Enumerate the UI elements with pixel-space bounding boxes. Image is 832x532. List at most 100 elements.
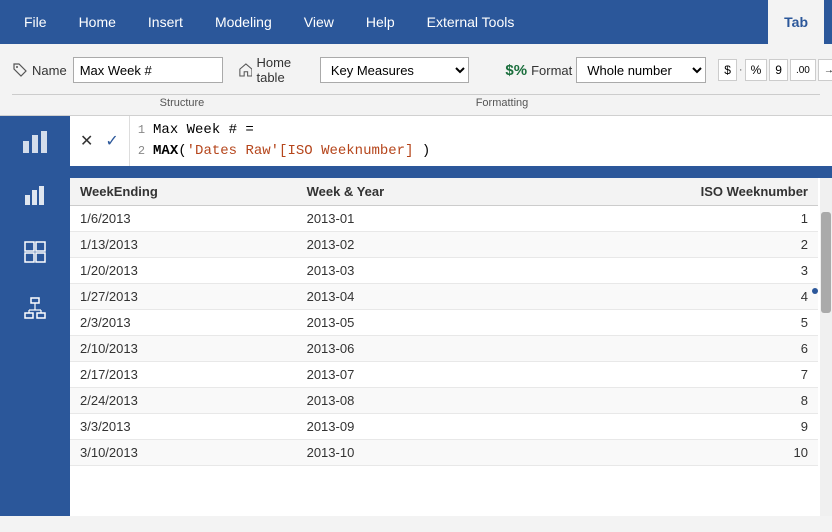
cell-week-year: 2013-09 <box>297 414 523 440</box>
table-row: 3/3/2013 2013-09 9 <box>70 414 818 440</box>
table-header: WeekEnding Week & Year ISO Weeknumber <box>70 178 818 206</box>
scrollbar[interactable] <box>820 178 832 516</box>
home-table-icon-label: Home table <box>239 55 314 85</box>
formula-line-2: 2MAX('Dates Raw'[ISO Weeknumber] ) <box>138 141 824 162</box>
home-table-label: Home table <box>256 55 313 85</box>
percent-button[interactable]: % <box>745 59 768 81</box>
formula-confirm-button[interactable]: ✓ <box>101 129 122 153</box>
table-row: 2/17/2013 2013-07 7 <box>70 362 818 388</box>
data-table: WeekEnding Week & Year ISO Weeknumber 1/… <box>70 178 818 466</box>
cell-iso: 4 <box>523 284 818 310</box>
menu-modeling[interactable]: Modeling <box>199 0 288 44</box>
formula-content: 1Max Week # = 2MAX('Dates Raw'[ISO Weekn… <box>130 116 832 166</box>
table-row: 3/10/2013 2013-10 10 <box>70 440 818 466</box>
ribbon-group-labels: Structure Formatting <box>12 94 820 111</box>
formula-actions: ✕ ✓ <box>70 116 130 166</box>
table-body: 1/6/2013 2013-01 1 1/13/2013 2013-02 2 1… <box>70 206 818 466</box>
formula-line-num-1: 1 <box>138 123 145 137</box>
cell-week-year: 2013-05 <box>297 310 523 336</box>
cell-week-year: 2013-08 <box>297 388 523 414</box>
formula-sidebar <box>0 116 70 166</box>
menu-bar: File Home Insert Modeling View Help Exte… <box>0 0 832 44</box>
cell-iso: 6 <box>523 336 818 362</box>
col-week-ending: WeekEnding <box>70 178 297 206</box>
table-row: 2/10/2013 2013-06 6 <box>70 336 818 362</box>
cell-week-ending: 2/24/2013 <box>70 388 297 414</box>
scrollbar-thumb[interactable] <box>821 212 831 313</box>
format-section: $% Format Whole number <box>505 57 706 83</box>
cell-iso: 3 <box>523 258 818 284</box>
tag-icon <box>12 62 28 78</box>
format-buttons: $ · % 9 .00 →0 <box>718 59 832 81</box>
cell-iso: 10 <box>523 440 818 466</box>
cell-iso: 8 <box>523 388 818 414</box>
menu-view[interactable]: View <box>288 0 350 44</box>
formula-line-num-2: 2 <box>138 144 145 158</box>
cell-week-year: 2013-07 <box>297 362 523 388</box>
table-container: WeekEnding Week & Year ISO Weeknumber 1/… <box>70 178 832 516</box>
data-header-strip <box>70 168 832 178</box>
cell-week-ending: 2/3/2013 <box>70 310 297 336</box>
main-area: WeekEnding Week & Year ISO Weeknumber 1/… <box>0 168 832 516</box>
cell-week-year: 2013-02 <box>297 232 523 258</box>
menu-help[interactable]: Help <box>350 0 411 44</box>
scroll-dot-indicator <box>812 288 818 294</box>
table-row: 1/27/2013 2013-04 4 <box>70 284 818 310</box>
menu-file[interactable]: File <box>8 0 63 44</box>
sidebar-bar-chart-icon[interactable] <box>17 178 53 214</box>
table-row: 2/3/2013 2013-05 5 <box>70 310 818 336</box>
cell-week-ending: 3/10/2013 <box>70 440 297 466</box>
cell-iso: 7 <box>523 362 818 388</box>
cell-week-ending: 2/17/2013 <box>70 362 297 388</box>
comma-button[interactable]: 9 <box>769 59 788 81</box>
decimal-left-button[interactable]: .00 <box>790 59 816 81</box>
cell-week-ending: 1/13/2013 <box>70 232 297 258</box>
formula-cancel-button[interactable]: ✕ <box>76 129 97 153</box>
col-iso-weeknumber: ISO Weeknumber <box>523 178 818 206</box>
formula-close-paren: ) <box>422 143 430 159</box>
sidebar-hierarchy-icon[interactable] <box>17 290 53 326</box>
format-select[interactable]: Whole number <box>576 57 706 83</box>
format-label: Format <box>531 63 572 78</box>
home-table-field-group: Home table Key Measures <box>239 55 470 85</box>
sidebar-grid-icon[interactable] <box>17 234 53 270</box>
cell-week-year: 2013-10 <box>297 440 523 466</box>
cell-week-year: 2013-03 <box>297 258 523 284</box>
ribbon: Name Home table Key Measures $% Format W… <box>0 44 832 116</box>
cell-week-year: 2013-04 <box>297 284 523 310</box>
table-row: 1/20/2013 2013-03 3 <box>70 258 818 284</box>
dollar-button[interactable]: $ <box>718 59 737 81</box>
menu-external-tools[interactable]: External Tools <box>411 0 531 44</box>
cell-iso: 2 <box>523 232 818 258</box>
cell-week-year: 2013-06 <box>297 336 523 362</box>
formatting-group-label: Formatting <box>352 95 652 111</box>
name-field-group: Name <box>12 57 223 83</box>
col-week-year: Week & Year <box>297 178 523 206</box>
name-input[interactable] <box>73 57 223 83</box>
menu-tab[interactable]: Tab <box>768 0 824 44</box>
name-icon-label: Name <box>12 62 67 78</box>
home-table-select[interactable]: Key Measures <box>320 57 470 83</box>
formula-open-paren: ( <box>178 143 186 159</box>
home-icon <box>239 62 253 78</box>
cell-week-ending: 3/3/2013 <box>70 414 297 440</box>
name-label: Name <box>32 63 67 78</box>
data-table-wrapper[interactable]: WeekEnding Week & Year ISO Weeknumber 1/… <box>70 178 832 506</box>
table-row: 2/24/2013 2013-08 8 <box>70 388 818 414</box>
structure-group-label: Structure <box>12 95 352 111</box>
cell-week-ending: 1/6/2013 <box>70 206 297 232</box>
formula-space <box>413 143 421 159</box>
cell-iso: 5 <box>523 310 818 336</box>
formula-line1-text: Max Week # = <box>153 122 254 138</box>
formula-func: MAX <box>153 143 178 159</box>
sidebar-icons <box>0 168 70 516</box>
cell-iso: 1 <box>523 206 818 232</box>
decimal-right-button[interactable]: →0 <box>818 59 832 81</box>
cell-iso: 9 <box>523 414 818 440</box>
dot-separator: · <box>739 64 743 76</box>
table-row: 1/6/2013 2013-01 1 <box>70 206 818 232</box>
cell-week-ending: 1/27/2013 <box>70 284 297 310</box>
menu-home[interactable]: Home <box>63 0 132 44</box>
menu-insert[interactable]: Insert <box>132 0 199 44</box>
dollar-percent-icon: $% <box>505 62 527 79</box>
